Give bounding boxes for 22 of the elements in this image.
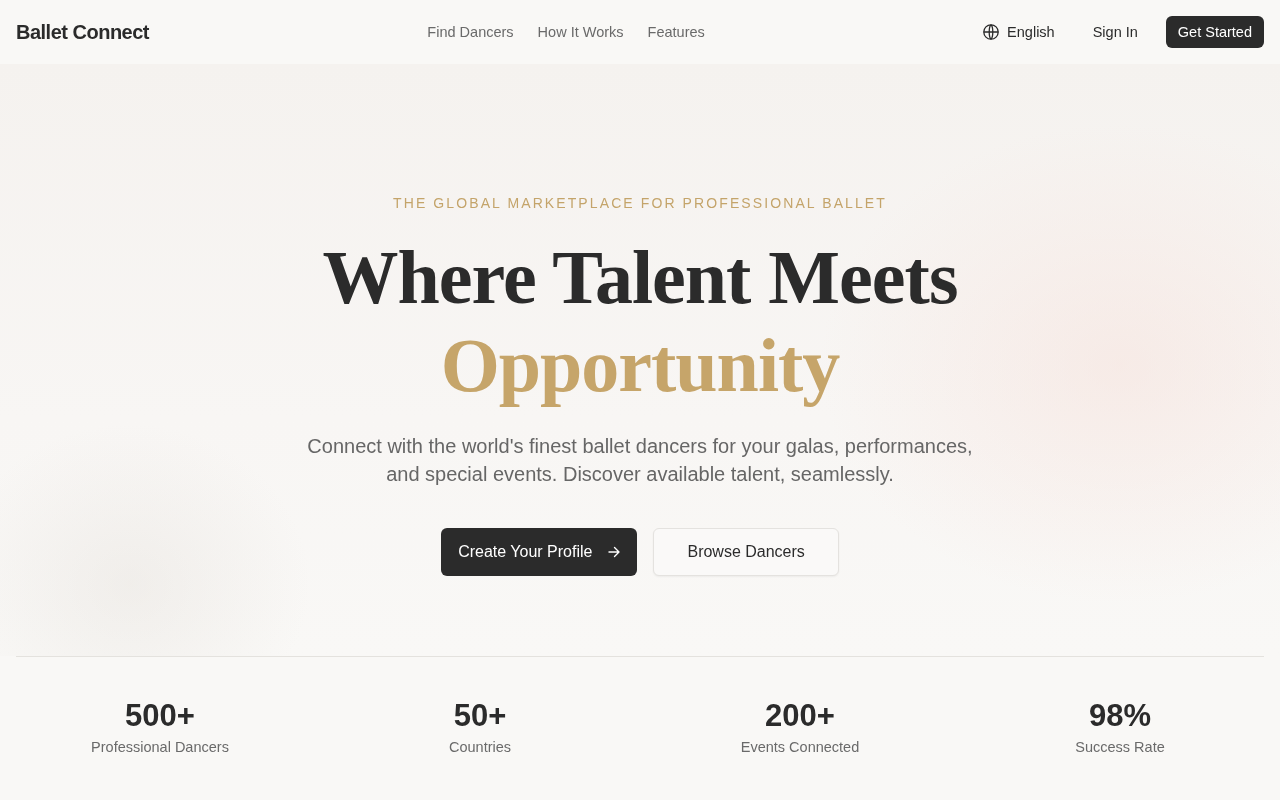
- globe-icon: [983, 24, 1000, 40]
- hero-eyebrow: THE GLOBAL MARKETPLACE FOR PROFESSIONAL BALLET: [393, 194, 887, 212]
- browse-dancers-button[interactable]: Browse Dancers: [653, 528, 839, 576]
- hero-description: Connect with the world's finest ballet dancers for your galas, performances, and special events. Discover available talent, seamlessly.: [306, 434, 974, 487]
- stat-value: 500+: [125, 697, 195, 735]
- nav-link[interactable]: Features: [647, 24, 705, 40]
- stat-label: Professional Dancers: [91, 738, 229, 757]
- logo-link[interactable]: Ballet Connect: [16, 20, 150, 44]
- get-started-button[interactable]: Get Started: [1165, 16, 1264, 48]
- nav-link[interactable]: Find Dancers: [427, 24, 514, 40]
- stat-label: Countries: [448, 738, 512, 757]
- create-profile-button[interactable]: Create Your Profile: [441, 528, 638, 576]
- language-selector[interactable]: English: [983, 24, 1055, 40]
- stat-value: 50+: [453, 697, 507, 735]
- stat-label: Success Rate: [1075, 738, 1165, 757]
- stat-label: Events Connected: [740, 738, 860, 757]
- arrow-right-icon: [608, 546, 621, 558]
- nav-link[interactable]: How It Works: [537, 24, 624, 40]
- hero-title: Where Talent Meets Opportunity: [322, 234, 958, 409]
- stat-value: 98%: [1088, 697, 1151, 735]
- sign-in-link[interactable]: Sign In: [1092, 24, 1138, 40]
- stat-value: 200+: [765, 697, 835, 735]
